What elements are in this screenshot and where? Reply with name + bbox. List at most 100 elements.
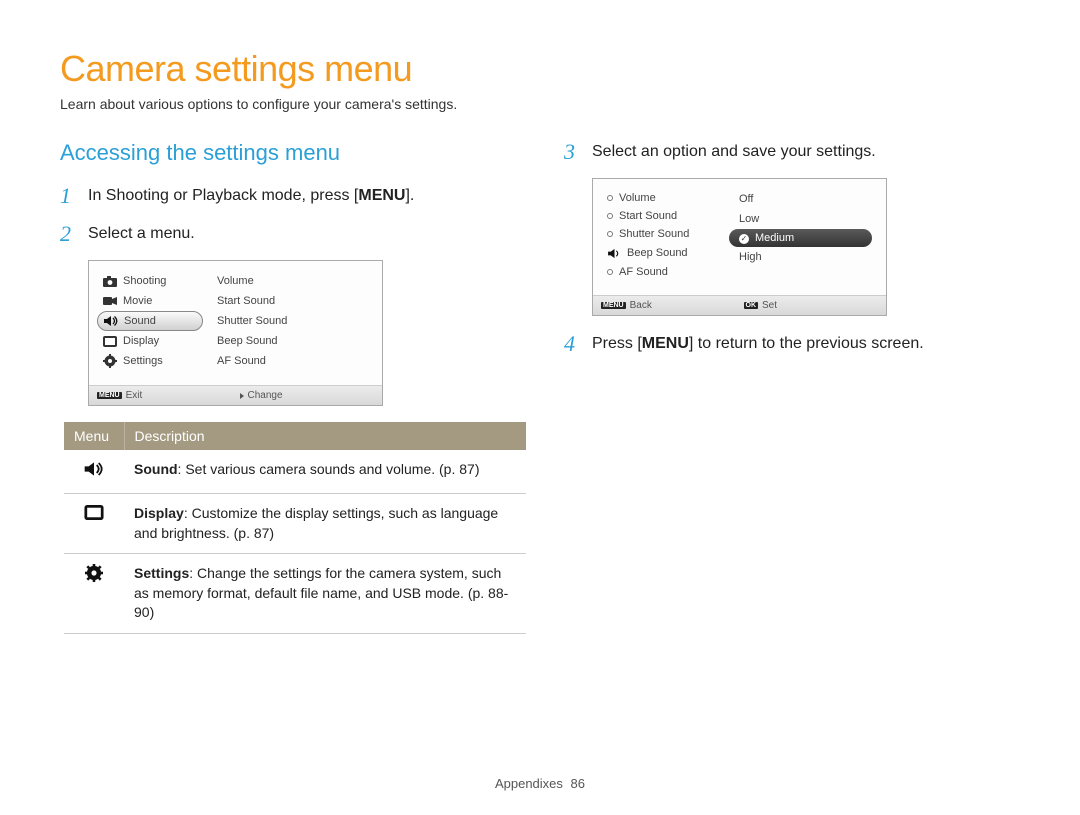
display-icon [103, 334, 117, 348]
step-number: 2 [60, 222, 84, 246]
menu-item-display: Display [103, 331, 203, 351]
check-icon: ✓ [739, 234, 749, 244]
camera-icon [103, 274, 117, 288]
menu-item-label: Shutter Sound [619, 228, 689, 240]
menu-button-label: MENU [358, 187, 405, 204]
option-off: Off [733, 189, 872, 209]
bar-right-label: Change [248, 390, 283, 401]
sound-icon [104, 314, 118, 328]
radio-dot-icon [607, 213, 613, 219]
menu-item-start-sound: Start Sound [607, 207, 725, 225]
option-beep-sound: Beep Sound [211, 331, 368, 351]
step-text: In Shooting or Playback mode, press [MEN… [88, 184, 516, 207]
menu-item-label: Movie [123, 295, 152, 307]
table-cell: Sound: Set various camera sounds and vol… [124, 450, 526, 493]
menu-item-shooting: Shooting [103, 271, 203, 291]
bar-right: Change [240, 390, 375, 401]
menu-item-label: Shooting [123, 275, 166, 287]
table-head-description: Description [124, 422, 526, 450]
step-3: 3 Select an option and save your setting… [564, 140, 1020, 164]
step-number: 3 [564, 140, 588, 164]
sound-icon [607, 246, 621, 260]
menu-item-shutter-sound: Shutter Sound [607, 225, 725, 243]
right-column: 3 Select an option and save your setting… [564, 140, 1020, 634]
bar-left: MENU Exit [97, 390, 232, 401]
menu-left-list: Shooting Movie Sound [103, 271, 203, 371]
menu-bottom-bar: MENU Exit Change [89, 385, 382, 405]
row-title: Display [134, 505, 184, 521]
menu-item-sound-selected: Sound [97, 311, 203, 331]
step-text: Select an option and save your settings. [592, 140, 1020, 163]
table-row: Sound: Set various camera sounds and vol… [64, 450, 526, 493]
bar-left: MENU Back [601, 300, 736, 311]
display-icon [83, 504, 105, 522]
menu-button-label: MENU [642, 335, 689, 352]
menu-left-list: Volume Start Sound Shutter Sound [607, 189, 725, 281]
step-4-post: ] to return to the previous screen. [689, 335, 924, 352]
table-row: Display: Customize the display settings,… [64, 493, 526, 553]
menu-tag-icon: MENU [601, 302, 626, 309]
menu-item-label: Start Sound [619, 210, 677, 222]
menu-item-label: Display [123, 335, 159, 347]
option-high: High [733, 247, 872, 267]
row-desc: : Set various camera sounds and volume. … [178, 461, 480, 477]
step-text: Press [MENU] to return to the previous s… [592, 332, 1020, 355]
menu-item-beep-sound: Beep Sound [607, 243, 725, 263]
row-desc: : Customize the display settings, such a… [134, 505, 498, 541]
bar-right: OK Set [744, 300, 879, 311]
camera-menu-screenshot-2: Volume Start Sound Shutter Sound [592, 178, 887, 316]
menu-description-table: Menu Description Sound: Set various came… [64, 422, 526, 634]
page-subtitle: Learn about various options to configure… [60, 96, 1020, 112]
table-cell: Settings: Change the settings for the ca… [124, 554, 526, 634]
gear-icon [103, 354, 117, 368]
ok-tag-icon: OK [744, 302, 759, 309]
step-4-pre: Press [ [592, 335, 642, 352]
step-2: 2 Select a menu. [60, 222, 516, 246]
menu-body: Shooting Movie Sound [89, 261, 382, 385]
camera-menu-screenshot-1: Shooting Movie Sound [88, 260, 383, 406]
section-heading: Accessing the settings menu [60, 140, 516, 166]
menu-item-label: Beep Sound [627, 247, 688, 259]
page-footer: Appendixes 86 [0, 776, 1080, 791]
footer-label: Appendixes [495, 776, 563, 791]
menu-tag-icon: MENU [97, 392, 122, 399]
step-1-pre: In Shooting or Playback mode, press [ [88, 187, 358, 204]
step-4: 4 Press [MENU] to return to the previous… [564, 332, 1020, 356]
menu-body: Volume Start Sound Shutter Sound [593, 179, 886, 295]
movie-icon [103, 294, 117, 308]
menu-bottom-bar: MENU Back OK Set [593, 295, 886, 315]
table-row: Settings: Change the settings for the ca… [64, 554, 526, 634]
option-start-sound: Start Sound [211, 291, 368, 311]
menu-item-volume: Volume [607, 189, 725, 207]
table-cell: Display: Customize the display settings,… [124, 493, 526, 553]
gear-icon [83, 564, 105, 582]
menu-item-settings: Settings [103, 351, 203, 371]
menu-item-label: AF Sound [619, 266, 668, 278]
option-low: Low [733, 209, 872, 229]
menu-item-label: Volume [619, 192, 656, 204]
sound-icon [83, 460, 105, 478]
option-medium-selected: ✓ Medium [729, 229, 872, 247]
radio-dot-icon [607, 269, 613, 275]
bar-left-label: Back [630, 300, 652, 311]
step-number: 1 [60, 184, 84, 208]
option-label: Medium [755, 232, 794, 244]
step-number: 4 [564, 332, 588, 356]
menu-item-movie: Movie [103, 291, 203, 311]
table-head-menu: Menu [64, 422, 124, 450]
bar-left-label: Exit [126, 390, 143, 401]
page-root: Camera settings menu Learn about various… [0, 0, 1080, 634]
menu-right-list: Volume Start Sound Shutter Sound Beep So… [211, 271, 368, 371]
play-arrow-icon [240, 393, 244, 399]
row-desc: : Change the settings for the camera sys… [134, 565, 508, 620]
radio-dot-icon [607, 195, 613, 201]
menu-right-list: Off Low ✓ Medium High [733, 189, 872, 281]
option-af-sound: AF Sound [211, 351, 368, 371]
bar-right-label: Set [762, 300, 777, 311]
two-column-layout: Accessing the settings menu 1 In Shootin… [60, 140, 1020, 634]
option-volume: Volume [211, 271, 368, 291]
row-title: Settings [134, 565, 189, 581]
step-1-post: ]. [405, 187, 414, 204]
step-1: 1 In Shooting or Playback mode, press [M… [60, 184, 516, 208]
page-title: Camera settings menu [60, 48, 1020, 90]
